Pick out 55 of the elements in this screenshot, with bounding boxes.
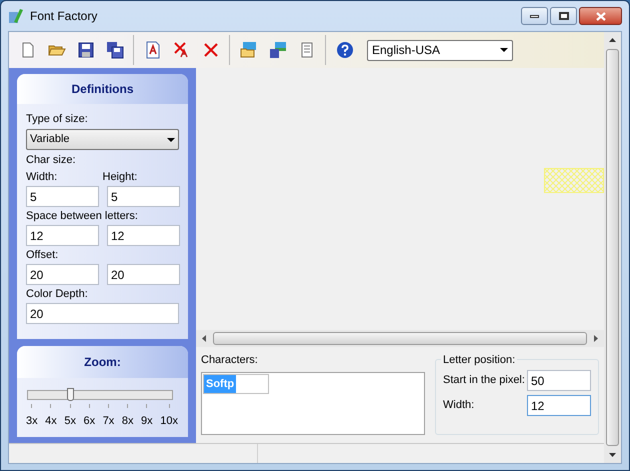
dropdown-arrow-icon [167, 138, 175, 142]
tick-label: 3x [26, 414, 38, 429]
panel-title: Definitions [72, 81, 134, 98]
input-field[interactable]: 12 [107, 225, 180, 246]
save-all-icon [106, 41, 124, 59]
scroll-thumb[interactable] [606, 49, 619, 446]
language-dropdown[interactable]: English-USA [367, 40, 513, 60]
input-field[interactable]: 20 [26, 264, 99, 285]
panel-title: Zoom: [84, 354, 121, 371]
zoom-slider[interactable] [27, 390, 173, 400]
field-label: Width: [26, 170, 58, 185]
tick-label: 4x [45, 414, 57, 429]
scroll-thumb[interactable] [213, 332, 587, 345]
field-label: Char size: [26, 153, 77, 168]
size-type-dropdown[interactable]: Variable [26, 129, 179, 150]
close-icon [596, 12, 606, 20]
tick-label: 9x [141, 414, 153, 429]
letter-page-icon [144, 41, 162, 59]
open-image-icon [240, 41, 258, 59]
input-field[interactable]: 5 [26, 186, 99, 207]
vertical-scrollbar[interactable] [604, 32, 621, 463]
field-label: Space between letters: [26, 209, 138, 224]
field-label: Type of size: [26, 112, 89, 127]
tick-label: 10x [160, 414, 178, 429]
slider-thumb[interactable] [67, 388, 74, 401]
delete-icon [202, 41, 220, 59]
save-icon [76, 41, 94, 59]
tick-label: 6x [84, 414, 96, 429]
field-label: Width: [443, 398, 476, 414]
input-field[interactable]: 12 [26, 225, 99, 246]
maximize-button[interactable] [550, 7, 577, 25]
input-field[interactable]: 20 [26, 303, 179, 324]
app-icon [8, 8, 24, 24]
help-icon [336, 41, 354, 59]
input-field[interactable]: 12 [527, 395, 591, 416]
field-label: Height: [102, 170, 138, 185]
delete-letter-icon [172, 41, 190, 59]
dropdown-arrow-icon [500, 48, 508, 52]
field-label: Characters: [201, 353, 259, 368]
minimize-button[interactable] [521, 7, 548, 25]
input-field[interactable]: 5 [107, 186, 180, 207]
tick-label: 7x [102, 414, 114, 429]
tick-label: 8x [122, 414, 134, 429]
save-image-icon [268, 41, 286, 59]
horizontal-scrollbar[interactable] [196, 330, 604, 347]
input-field[interactable]: 50 [527, 370, 591, 391]
close-button[interactable] [579, 7, 622, 25]
window-title: Font Factory [30, 8, 98, 25]
field-label: Color Depth: [26, 287, 88, 302]
field-label: Start in the pixel: [443, 373, 526, 388]
group-title: Letter position: [441, 352, 518, 368]
field-label: Offset: [26, 248, 58, 263]
tick-label: 5x [64, 414, 76, 429]
hatched-marker [544, 168, 604, 193]
input-field[interactable]: 20 [107, 264, 180, 285]
